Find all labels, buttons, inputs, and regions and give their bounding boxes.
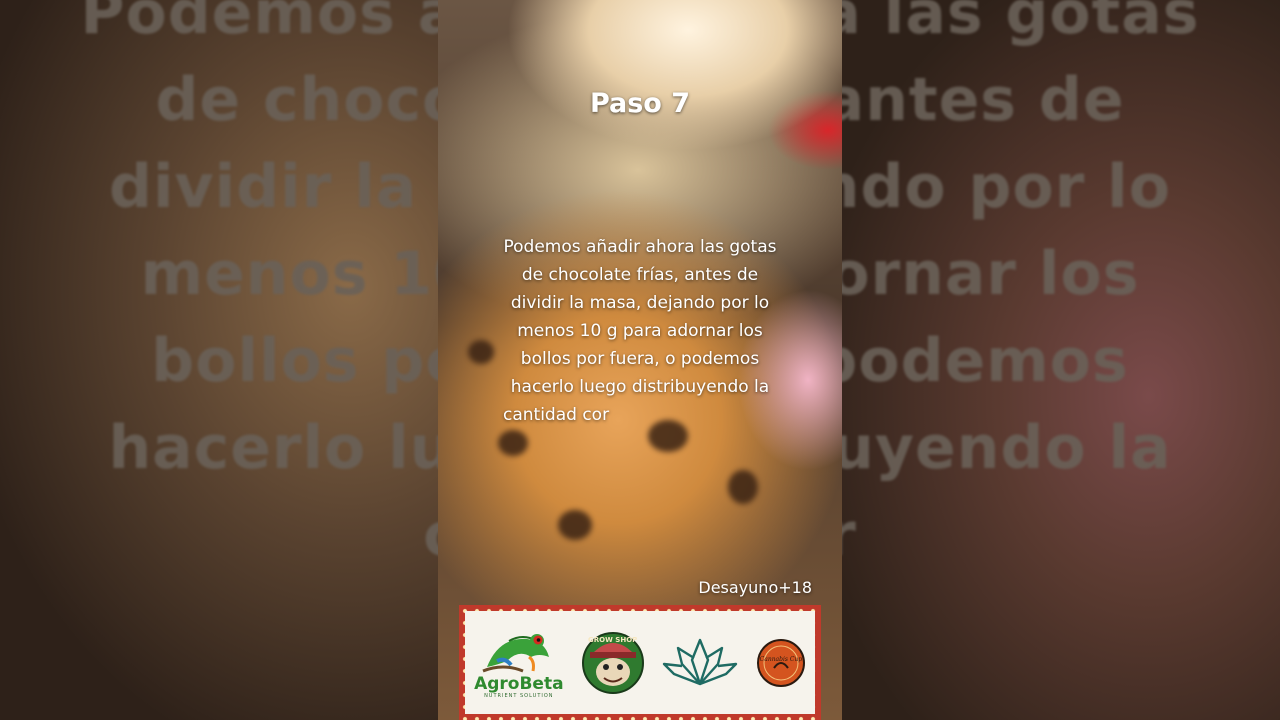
leaf-logo[interactable] xyxy=(662,638,738,688)
instruction-line: menos 10 g para adornar los xyxy=(517,321,763,341)
backdrop-text-left: Podemos añadir ahora las gotas de chocol… xyxy=(80,0,438,570)
chocolate-chip xyxy=(558,510,592,540)
agrobeta-name: AgroBeta xyxy=(474,673,564,694)
sponsor-logos: AgroBeta NUTRIENT SOLUTION GROW SHOP Can… xyxy=(465,611,815,714)
instruction-line: bollos por fuera, o podemos xyxy=(520,349,760,369)
agrobeta-logo[interactable]: AgroBeta NUTRIENT SOLUTION xyxy=(474,627,564,699)
instruction-line: hacerlo luego distribuyendo la xyxy=(510,377,770,397)
backdrop-text-right: Podemos añadir ahora las gotas de chocol… xyxy=(842,0,1200,570)
lotus-leaf-icon xyxy=(662,638,737,685)
growshop-name: GROW SHOP xyxy=(588,635,638,644)
cup-logo[interactable]: Cannabis Cup xyxy=(756,638,806,688)
cup-badge-icon xyxy=(756,638,805,687)
video-frame[interactable]: Paso 7 Podemos añadir ahora las gotas de… xyxy=(438,0,842,720)
step-title: Paso 7 xyxy=(589,88,691,119)
instruction-line: Podemos añadir ahora las gotas xyxy=(503,237,777,257)
chocolate-chip xyxy=(498,430,528,456)
cup-name: Cannabis Cup xyxy=(759,655,803,663)
blurred-backdrop-right: Podemos añadir ahora las gotas de chocol… xyxy=(842,0,1280,720)
sponsor-banner[interactable]: AgroBeta NUTRIENT SOLUTION GROW SHOP Can… xyxy=(459,605,821,720)
frog-icon xyxy=(482,633,549,672)
blurred-backdrop-left: Podemos añadir ahora las gotas de chocol… xyxy=(0,0,438,720)
chocolate-chip xyxy=(728,470,758,504)
step-instructions: Podemos añadir ahora las gotas de chocol… xyxy=(478,233,802,429)
instruction-line: cantidad cor xyxy=(503,405,610,425)
channel-tag: Desayuno+18 xyxy=(698,578,812,597)
instruction-line: de chocolate frías, antes de xyxy=(521,265,759,285)
agrobeta-tagline: NUTRIENT SOLUTION xyxy=(484,692,554,699)
growshop-logo[interactable]: GROW SHOP xyxy=(581,630,644,696)
instruction-line: dividir la masa, dejando por lo xyxy=(510,293,770,313)
